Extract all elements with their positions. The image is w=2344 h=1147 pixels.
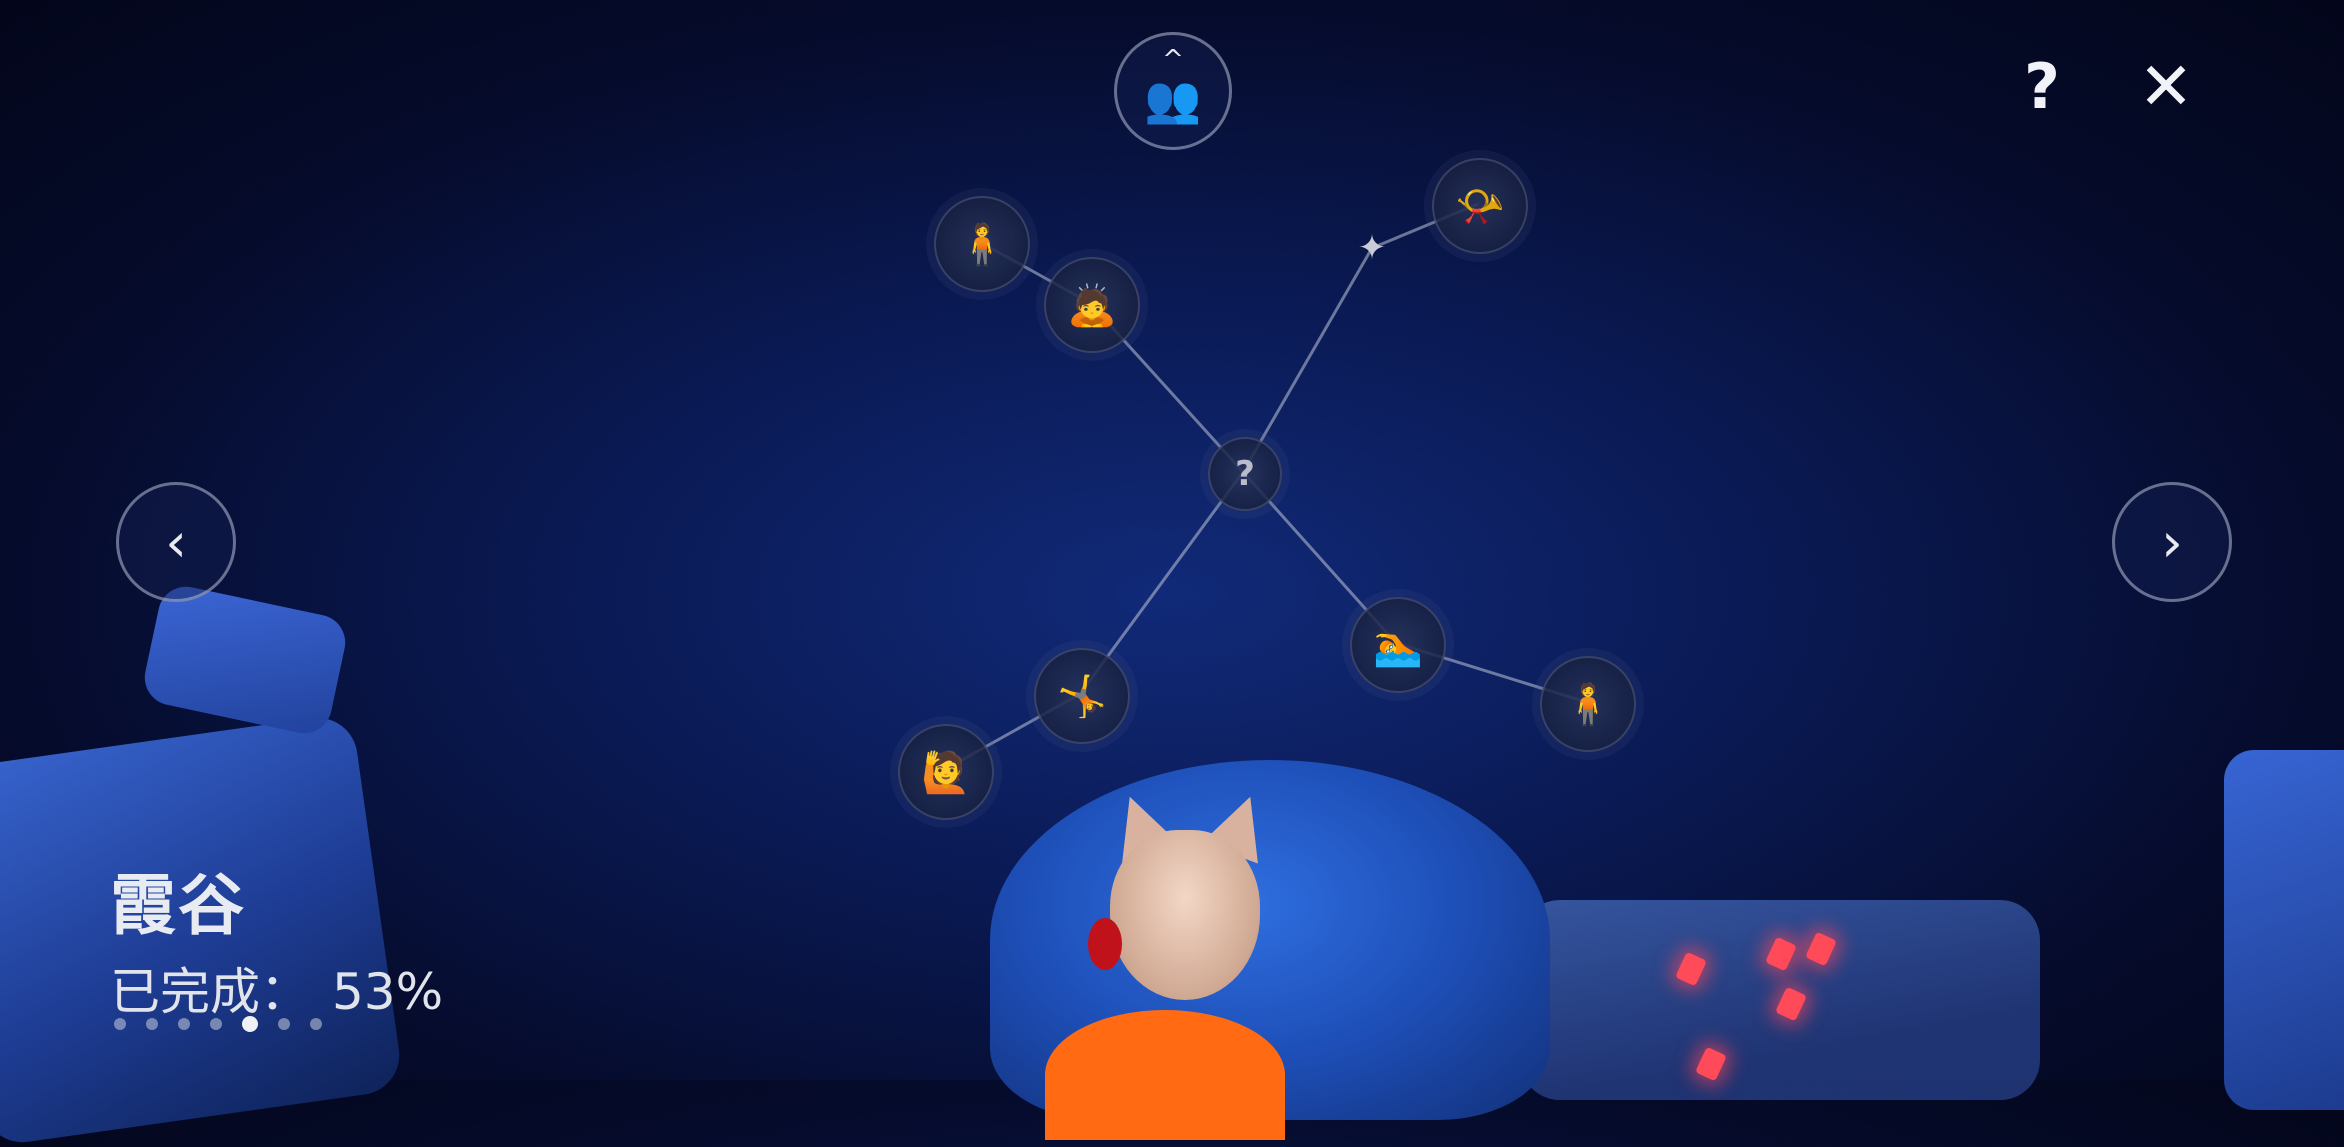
help-button[interactable]: ?	[2018, 52, 2066, 122]
whistle-icon: 📯	[1455, 183, 1505, 230]
chevron-right-icon: ›	[2161, 510, 2183, 574]
spirit-node-bow[interactable]: 🙇	[1044, 257, 1140, 353]
realm-progress: 已完成： 53%	[110, 952, 443, 1024]
spirit-node-cartwheel[interactable]: 🤸	[1034, 648, 1130, 744]
previous-realm-button[interactable]: ‹	[116, 482, 236, 602]
realm-pagination	[114, 1016, 322, 1032]
person-standing-icon: 🧍	[957, 221, 1007, 268]
pagination-dot	[146, 1018, 158, 1030]
close-button[interactable]: ✕	[2134, 52, 2198, 122]
spirit-node-whistle[interactable]: 📯	[1432, 158, 1528, 254]
friends-button[interactable]: ^ 👥	[1114, 32, 1232, 150]
realm-name: 霞谷	[110, 867, 246, 944]
question-icon: ?	[1235, 454, 1255, 494]
spirit-node-center[interactable]: ?	[1208, 437, 1282, 511]
progress-label: 已完成：	[110, 963, 310, 1021]
person-bow-icon: 🙇	[1067, 282, 1117, 329]
spirit-node-standing[interactable]: 🧍	[934, 196, 1030, 292]
arms-crossed-icon: 🧍	[1563, 681, 1613, 728]
cartwheel-icon: 🤸	[1057, 673, 1107, 720]
pagination-dot	[242, 1016, 258, 1032]
pagination-dot	[278, 1018, 290, 1030]
progress-value: 53%	[332, 963, 444, 1021]
realm-info: 霞谷 已完成： 53%	[110, 852, 443, 1024]
pagination-dot	[178, 1018, 190, 1030]
chevron-up-icon: ^	[1162, 45, 1184, 75]
chevron-left-icon: ‹	[165, 510, 187, 574]
star-icon: ✦	[1357, 228, 1387, 268]
person-wave-icon: 🙋	[921, 749, 971, 796]
next-realm-button[interactable]: ›	[2112, 482, 2232, 602]
spirit-node-dive[interactable]: 🏊	[1350, 597, 1446, 693]
spirit-node-wave[interactable]: 🙋	[898, 724, 994, 820]
close-icon: ✕	[2138, 48, 2194, 125]
question-icon: ?	[2024, 50, 2060, 123]
friends-icon: 👥	[1144, 71, 1202, 126]
pagination-dot	[210, 1018, 222, 1030]
pagination-dot	[114, 1018, 126, 1030]
dive-icon: 🏊	[1373, 622, 1423, 669]
spirit-node-arms-crossed[interactable]: 🧍	[1540, 656, 1636, 752]
pagination-dot	[310, 1018, 322, 1030]
constellation-line	[1241, 247, 1374, 473]
